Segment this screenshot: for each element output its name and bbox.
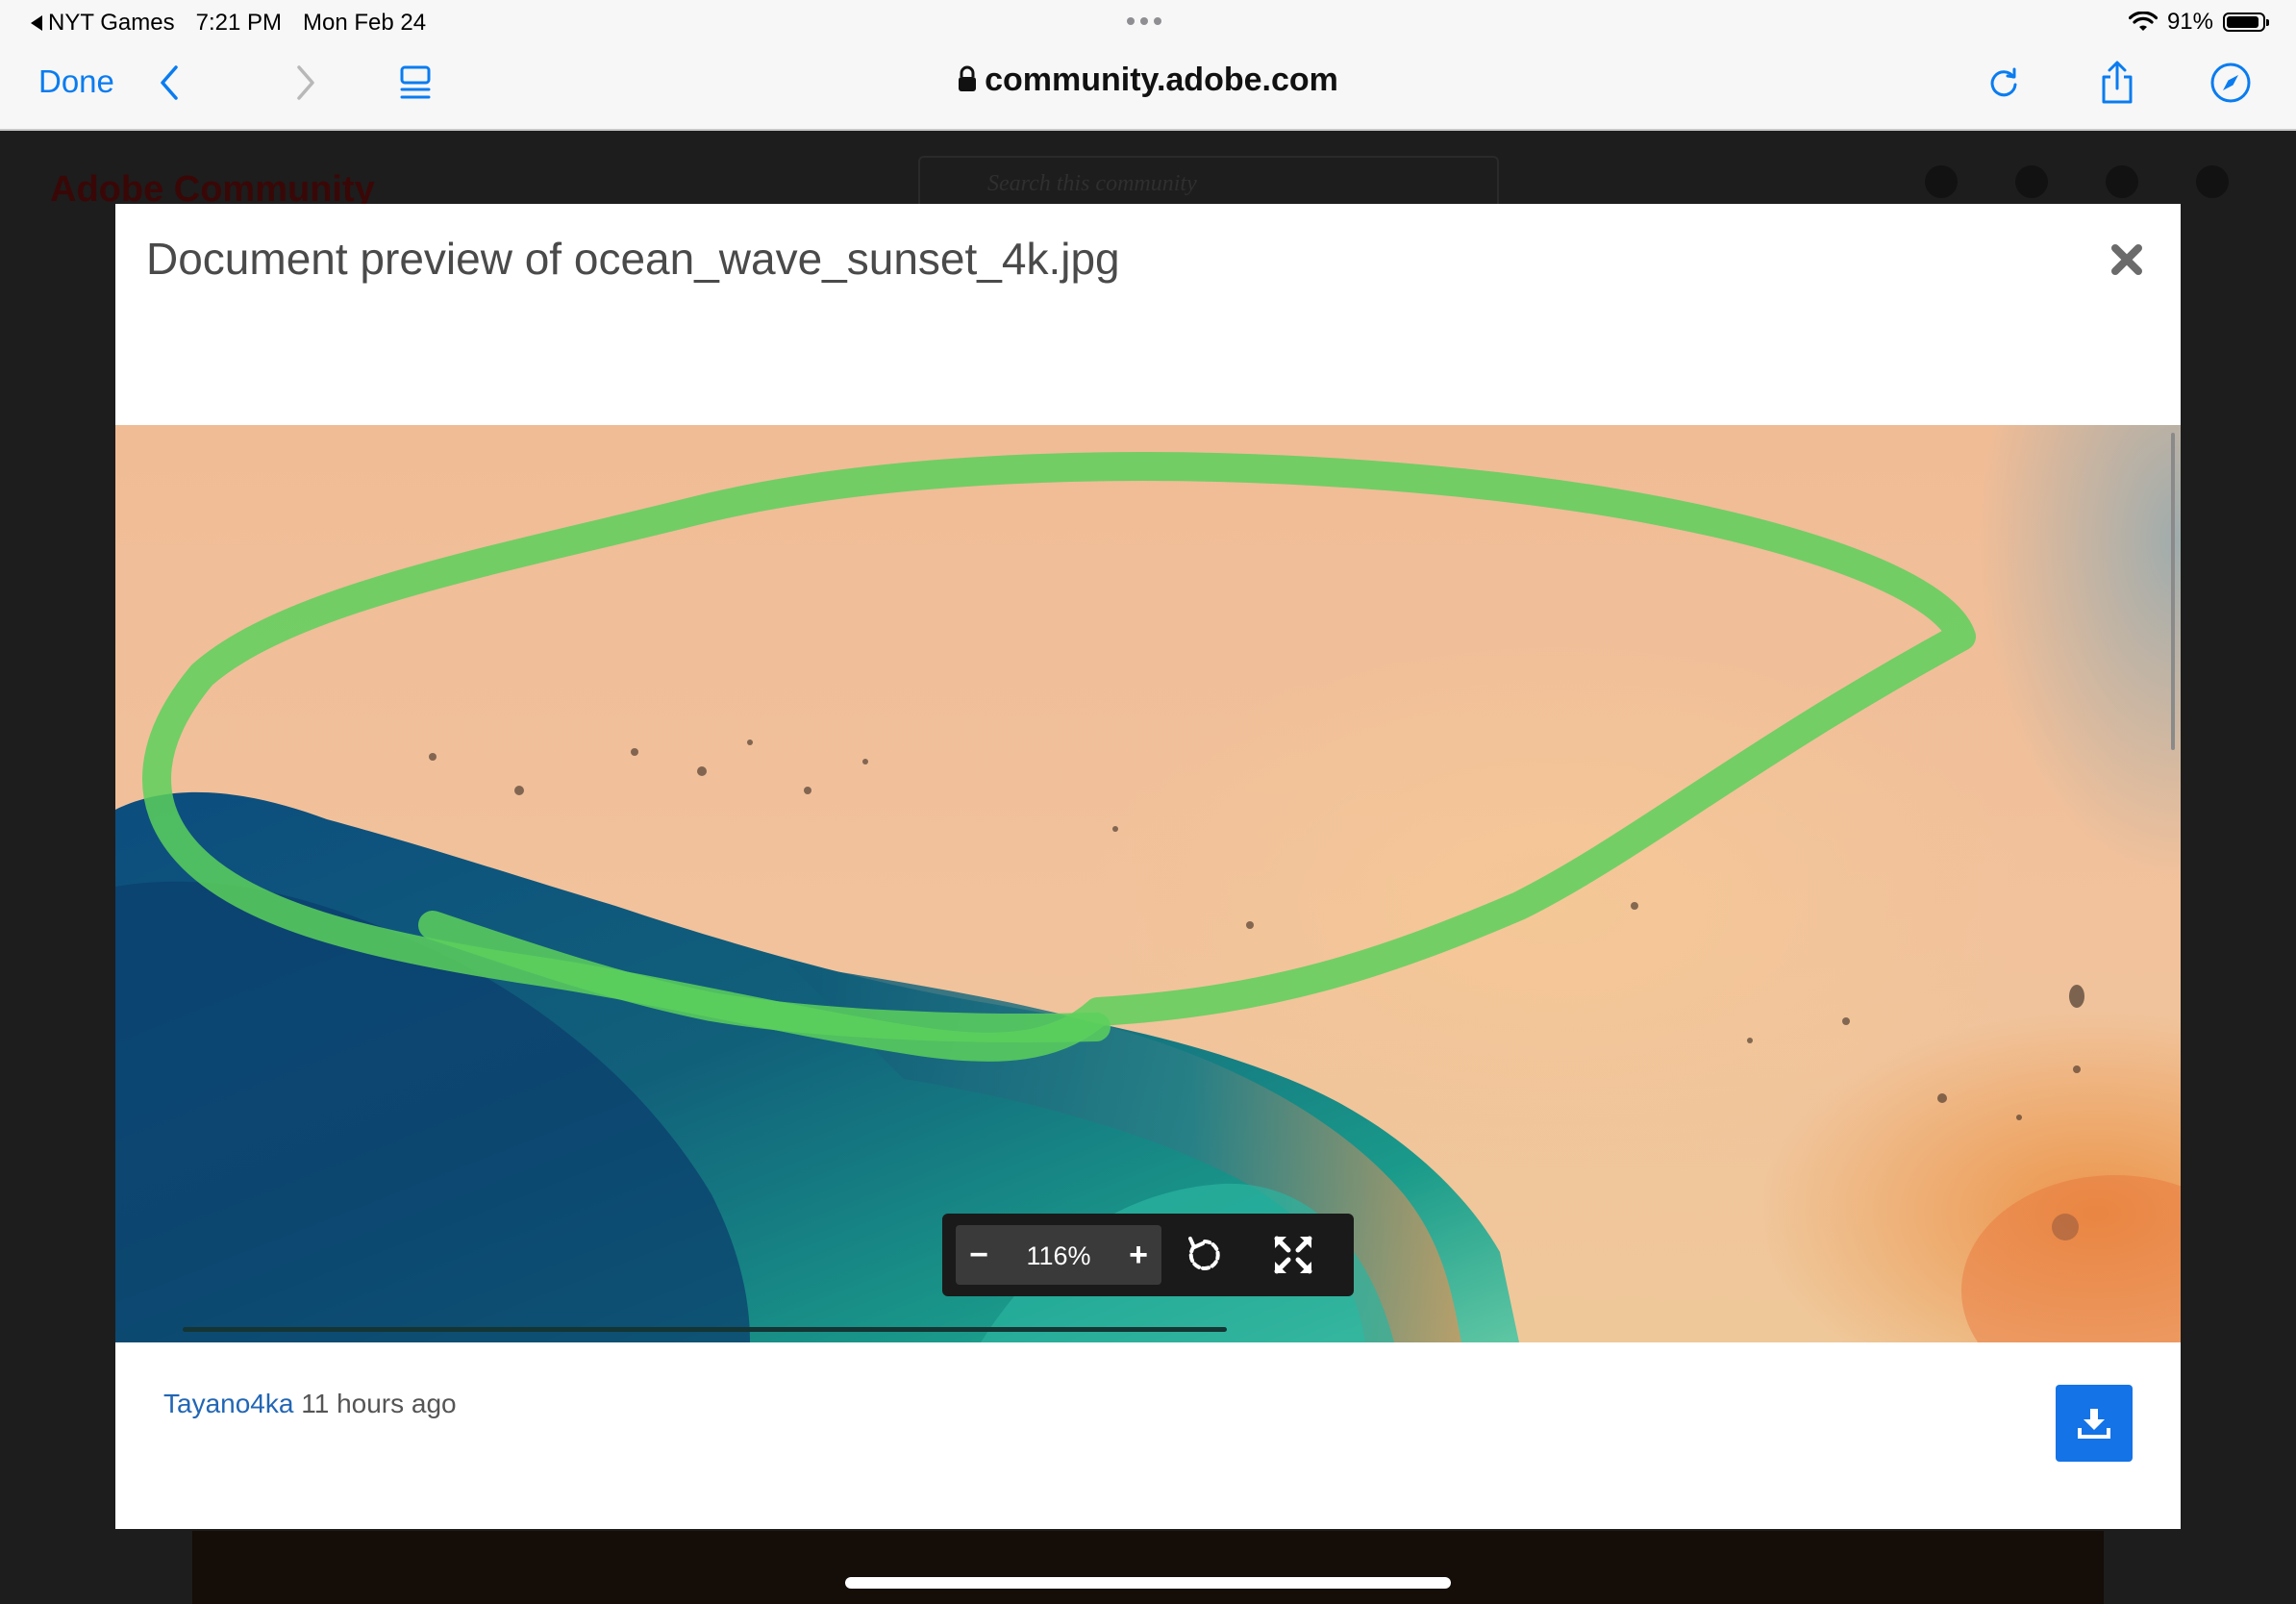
vertical-scrollbar[interactable] (2171, 433, 2175, 750)
mail-icon (2015, 165, 2048, 198)
back-triangle-icon (31, 15, 42, 31)
battery-percent: 91% (2166, 9, 2213, 35)
zoom-toolbar: − 116% + (942, 1214, 1354, 1296)
zoom-controls: − 116% + (956, 1225, 1161, 1285)
browser-toolbar: Done community.adobe.com (0, 44, 2296, 131)
post-meta: Tayano4ka 11 hours ago (163, 1389, 457, 1419)
reload-icon[interactable] (1981, 60, 2027, 106)
author-link[interactable]: Tayano4ka (163, 1389, 293, 1418)
image-viewer[interactable]: − 116% + (115, 425, 2181, 1342)
background-content (192, 1531, 2104, 1604)
horizontal-scrollbar[interactable] (183, 1327, 1227, 1332)
bell-icon (2106, 165, 2138, 198)
status-date: Mon Feb 24 (302, 10, 427, 36)
rotate-icon[interactable] (1181, 1231, 1229, 1279)
status-time: 7:21 PM (195, 10, 282, 36)
url-text: community.adobe.com (985, 62, 1338, 98)
multitasking-dots[interactable] (1127, 17, 1161, 25)
back-app-name: NYT Games (48, 10, 175, 36)
zoom-in-button[interactable]: + (1119, 1233, 1158, 1277)
fullscreen-icon[interactable] (1269, 1231, 1317, 1279)
zoom-level: 116% (1026, 1241, 1091, 1270)
home-indicator[interactable] (845, 1577, 1451, 1589)
battery-icon (2223, 13, 2269, 32)
header-icons (1925, 165, 2229, 198)
avatar (2196, 165, 2229, 198)
status-bar: NYT Games 7:21 PM Mon Feb 24 91% (0, 0, 2296, 44)
close-icon[interactable] (2108, 240, 2146, 279)
back-to-app[interactable]: NYT Games (31, 10, 175, 37)
zoom-out-button[interactable]: − (960, 1233, 998, 1277)
download-button[interactable] (2056, 1385, 2133, 1462)
share-icon[interactable] (2094, 60, 2140, 106)
search-placeholder: Search this community (987, 171, 1197, 196)
lock-icon (958, 63, 977, 101)
wifi-icon (2128, 12, 2158, 31)
globe-icon (1925, 165, 1958, 198)
compass-icon[interactable] (2208, 60, 2254, 106)
post-time: 11 hours ago (301, 1389, 457, 1418)
green-circle-annotation (142, 452, 1976, 1062)
address-bar[interactable]: community.adobe.com (0, 62, 2296, 101)
modal-title: Document preview of ocean_wave_sunset_4k… (146, 234, 1120, 284)
download-icon (2078, 1409, 2110, 1439)
document-preview-modal: Document preview of ocean_wave_sunset_4k… (115, 204, 2181, 1529)
